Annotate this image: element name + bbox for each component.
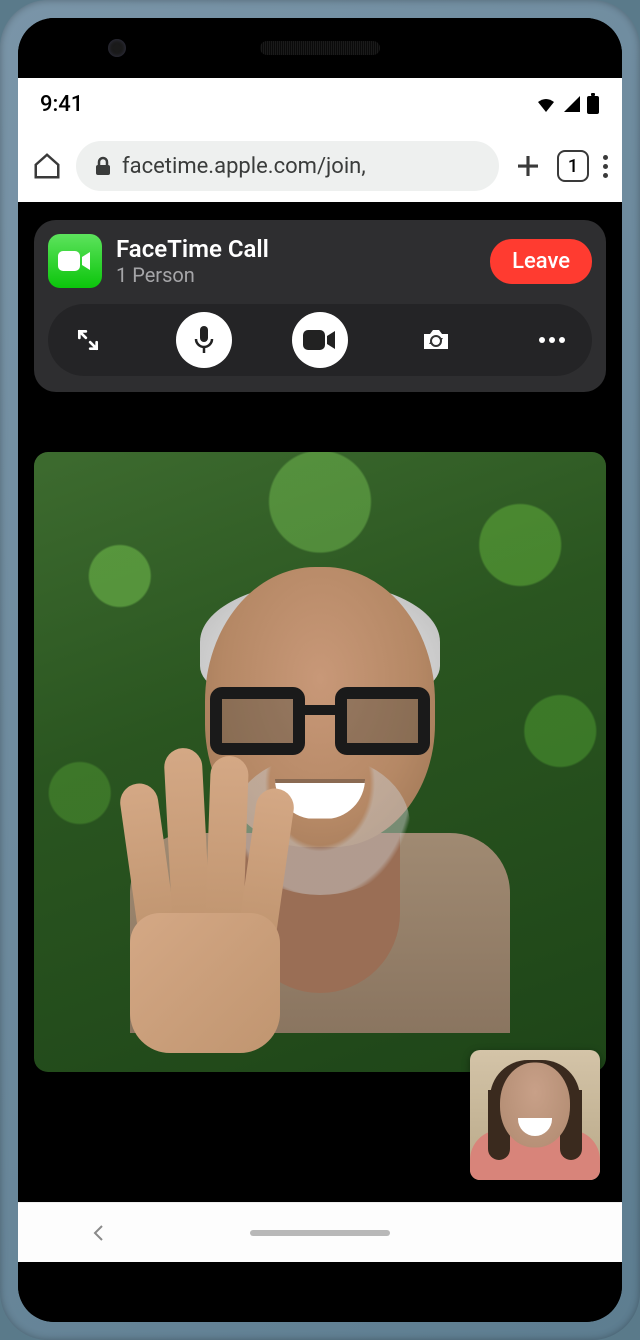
microphone-icon (193, 325, 215, 355)
flip-camera-icon (421, 327, 451, 353)
cellular-icon (562, 94, 582, 114)
facetime-app-icon (48, 234, 102, 288)
home-icon[interactable] (32, 151, 62, 181)
call-controls (48, 304, 592, 376)
leave-button[interactable]: Leave (490, 239, 592, 284)
top-bezel (18, 18, 622, 78)
url-text: facetime.apple.com/join, (122, 154, 366, 179)
banner-header: FaceTime Call 1 Person Leave (48, 234, 592, 288)
status-icons (534, 93, 600, 115)
wifi-icon (534, 94, 558, 114)
browser-menu-icon[interactable] (603, 155, 608, 178)
remote-video-tile[interactable] (34, 452, 606, 1072)
call-subtitle: 1 Person (116, 263, 476, 287)
more-button[interactable] (524, 312, 580, 368)
call-title: FaceTime Call (116, 235, 476, 263)
remote-participant (130, 553, 510, 1033)
mute-button[interactable] (176, 312, 232, 368)
tabs-button[interactable]: 1 (557, 150, 589, 182)
front-camera (108, 39, 126, 57)
video-call-area: FaceTime Call 1 Person Leave (18, 202, 622, 1202)
banner-titles: FaceTime Call 1 Person (116, 235, 476, 287)
screen-content: 9:41 facetime.apple.com/join, 1 (18, 78, 622, 1262)
camera-toggle-button[interactable] (292, 312, 348, 368)
more-icon (537, 336, 567, 344)
url-bar[interactable]: facetime.apple.com/join, (76, 141, 499, 191)
self-video-tile[interactable] (470, 1050, 600, 1180)
camera-icon (303, 329, 337, 351)
bottom-bezel (18, 1262, 622, 1322)
new-tab-icon[interactable] (513, 151, 543, 181)
browser-toolbar: facetime.apple.com/join, 1 (18, 130, 622, 202)
speaker-grille (260, 41, 380, 55)
battery-icon (586, 93, 600, 115)
android-nav-bar (18, 1202, 622, 1262)
flip-camera-button[interactable] (408, 312, 464, 368)
home-gesture-pill[interactable] (250, 1230, 390, 1236)
expand-icon (75, 327, 101, 353)
call-banner: FaceTime Call 1 Person Leave (34, 220, 606, 392)
expand-button[interactable] (60, 312, 116, 368)
status-time: 9:41 (40, 92, 83, 117)
video-icon (58, 249, 92, 273)
leave-label: Leave (512, 249, 570, 274)
phone-device-frame: 9:41 facetime.apple.com/join, 1 (0, 0, 640, 1340)
tab-count-value: 1 (568, 156, 578, 177)
status-bar: 9:41 (18, 78, 622, 130)
phone-screen: 9:41 facetime.apple.com/join, 1 (18, 18, 622, 1322)
back-icon[interactable] (89, 1223, 109, 1243)
lock-icon (94, 156, 112, 176)
